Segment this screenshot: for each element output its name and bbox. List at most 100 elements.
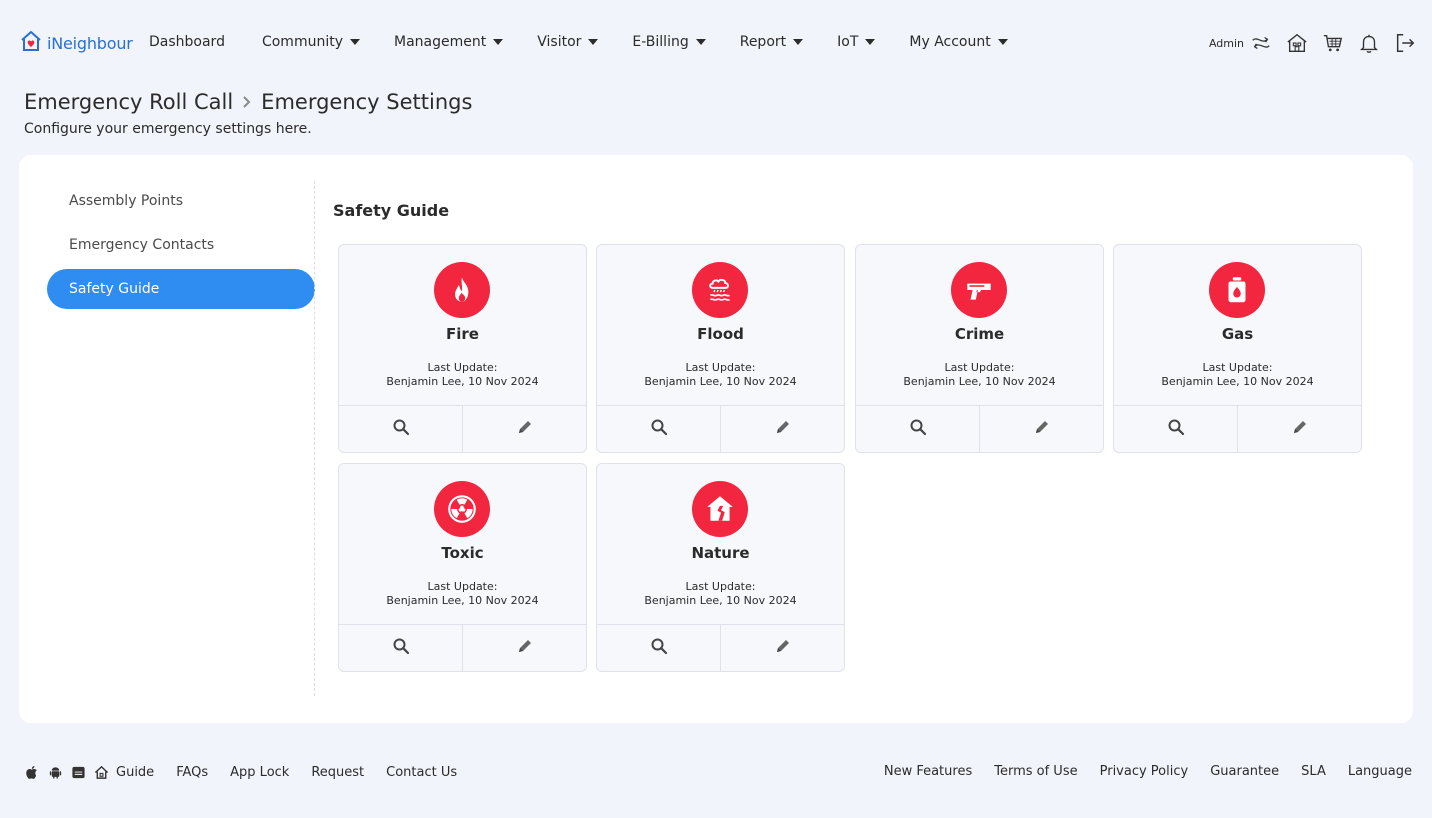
guide-card-nature: Nature Last Update: Benjamin Lee, 10 Nov… <box>596 463 845 672</box>
pencil-icon <box>1033 418 1051 440</box>
search-icon <box>650 418 668 440</box>
gun-icon <box>951 262 1007 318</box>
search-icon <box>1167 418 1185 440</box>
footer-link-app-lock[interactable]: App Lock <box>230 765 289 780</box>
guide-name: Fire <box>446 325 479 343</box>
guide-card-flood: Flood Last Update: Benjamin Lee, 10 Nov … <box>596 244 845 453</box>
edit-button[interactable] <box>462 406 586 452</box>
footer-link-sla[interactable]: SLA <box>1301 764 1326 779</box>
guide-card-toxic: Toxic Last Update: Benjamin Lee, 10 Nov … <box>338 463 587 672</box>
brand-logo[interactable]: iNeighbour <box>19 29 133 57</box>
caret-down-icon <box>695 39 706 45</box>
nav-label: Visitor <box>537 34 582 50</box>
breadcrumb-parent[interactable]: Emergency Roll Call <box>24 90 233 114</box>
house-heart-icon <box>19 29 43 57</box>
breadcrumb: Emergency Roll Call Emergency Settings <box>24 90 472 114</box>
edit-button[interactable] <box>1237 406 1361 452</box>
pencil-icon <box>516 637 534 659</box>
last-update-label: Last Update: <box>685 361 756 374</box>
switch-icon[interactable] <box>1248 30 1274 56</box>
view-button[interactable] <box>1114 406 1237 452</box>
view-button[interactable] <box>597 625 720 671</box>
card-actions <box>856 405 1103 452</box>
bell-icon[interactable] <box>1356 30 1382 56</box>
sidebar-item-label: Safety Guide <box>69 281 160 297</box>
sidebar-item-assembly-points[interactable]: Assembly Points <box>47 181 315 221</box>
footer-link-language[interactable]: Language <box>1348 764 1412 779</box>
guide-name: Flood <box>697 325 744 343</box>
user-role-label: Admin <box>1208 36 1244 50</box>
search-icon <box>909 418 927 440</box>
view-button[interactable] <box>597 406 720 452</box>
android-icon[interactable] <box>47 764 63 780</box>
footer-link-privacy-policy[interactable]: Privacy Policy <box>1100 764 1189 779</box>
card-actions <box>339 405 586 452</box>
edit-button[interactable] <box>979 406 1103 452</box>
guide-card-crime: Crime Last Update: Benjamin Lee, 10 Nov … <box>855 244 1104 453</box>
chevron-right-icon <box>242 95 252 109</box>
footer-link-guarantee[interactable]: Guarantee <box>1210 764 1279 779</box>
logout-icon[interactable] <box>1392 30 1418 56</box>
pencil-icon <box>1291 418 1309 440</box>
edit-button[interactable] <box>720 406 844 452</box>
sidebar-item-label: Emergency Contacts <box>69 237 215 253</box>
radiation-icon <box>434 481 490 537</box>
apple-icon[interactable] <box>24 764 40 780</box>
card-actions <box>1114 405 1361 452</box>
main-menu: Dashboard Community Management Visitor E… <box>149 34 1008 50</box>
last-update-label: Last Update: <box>944 361 1015 374</box>
nav-management[interactable]: Management <box>394 34 504 50</box>
view-button[interactable] <box>339 625 462 671</box>
sidebar-item-emergency-contacts[interactable]: Emergency Contacts <box>47 225 315 265</box>
footer-link-terms-of-use[interactable]: Terms of Use <box>994 764 1077 779</box>
last-update-meta: Benjamin Lee, 10 Nov 2024 <box>1161 375 1314 388</box>
broken-house-icon <box>692 481 748 537</box>
footer-link-guide[interactable]: Guide <box>116 765 154 780</box>
nav-report[interactable]: Report <box>739 34 804 50</box>
page-subtitle: Configure your emergency settings here. <box>24 121 312 137</box>
nav-e-billing[interactable]: E-Billing <box>632 34 706 50</box>
nav-iot[interactable]: IoT <box>837 34 876 50</box>
guide-card-fire: Fire Last Update: Benjamin Lee, 10 Nov 2… <box>338 244 587 453</box>
pencil-icon <box>516 418 534 440</box>
guide-name: Gas <box>1221 325 1254 343</box>
guide-card-gas: Gas Last Update: Benjamin Lee, 10 Nov 20… <box>1113 244 1362 453</box>
search-icon <box>392 418 410 440</box>
card-actions <box>339 624 586 671</box>
nav-label: E-Billing <box>632 34 689 50</box>
last-update-label: Last Update: <box>685 580 756 593</box>
guide-name: Toxic <box>441 544 484 562</box>
footer-link-new-features[interactable]: New Features <box>884 764 972 779</box>
sidebar-item-label: Assembly Points <box>69 193 183 209</box>
top-navigation: iNeighbour Dashboard Community Managemen… <box>0 0 1432 86</box>
app-store-icon[interactable] <box>70 764 86 780</box>
view-button[interactable] <box>856 406 979 452</box>
cart-icon[interactable] <box>1320 30 1346 56</box>
last-update-meta: Benjamin Lee, 10 Nov 2024 <box>386 375 539 388</box>
edit-button[interactable] <box>462 625 586 671</box>
footer-link-request[interactable]: Request <box>311 765 364 780</box>
divider <box>314 181 315 696</box>
property-icon[interactable] <box>1284 30 1310 56</box>
nav-visitor[interactable]: Visitor <box>537 34 599 50</box>
pencil-icon <box>774 637 792 659</box>
last-update-meta: Benjamin Lee, 10 Nov 2024 <box>386 594 539 607</box>
footer-link-contact-us[interactable]: Contact Us <box>386 765 457 780</box>
nav-community[interactable]: Community <box>262 34 360 50</box>
footer-link-faqs[interactable]: FAQs <box>176 765 208 780</box>
guide-name: Nature <box>691 544 750 562</box>
nav-my-account[interactable]: My Account <box>909 34 1008 50</box>
home-icon[interactable] <box>93 764 109 780</box>
nav-dashboard[interactable]: Dashboard <box>149 34 225 50</box>
guide-name: Crime <box>954 325 1005 343</box>
last-update-meta: Benjamin Lee, 10 Nov 2024 <box>644 375 797 388</box>
last-update-label: Last Update: <box>427 580 498 593</box>
search-icon <box>392 637 410 659</box>
caret-down-icon <box>793 39 804 45</box>
sidebar-item-safety-guide[interactable]: Safety Guide <box>47 269 315 309</box>
last-update-meta: Benjamin Lee, 10 Nov 2024 <box>903 375 1056 388</box>
edit-button[interactable] <box>720 625 844 671</box>
view-button[interactable] <box>339 406 462 452</box>
nav-label: Report <box>739 34 787 50</box>
settings-sidebar: Assembly Points Emergency Contacts Safet… <box>47 181 315 313</box>
